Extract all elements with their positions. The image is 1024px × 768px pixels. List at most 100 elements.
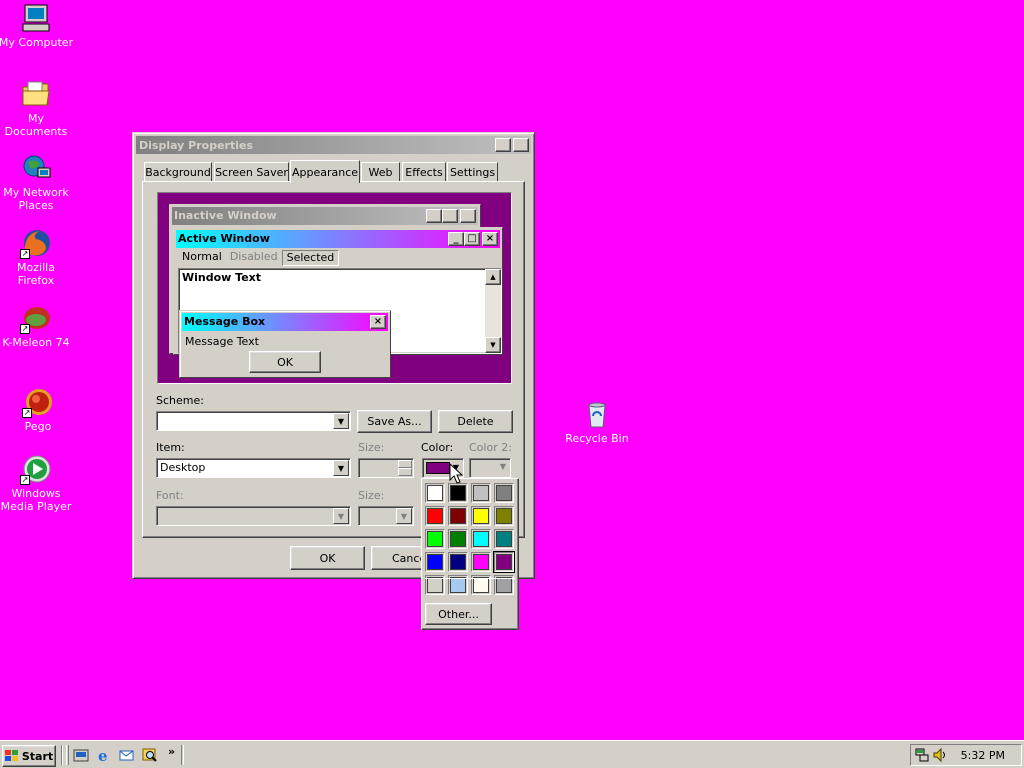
shortcut-arrow-icon: ↗	[20, 249, 30, 259]
preview-menubar: Normal Disabled Selected	[178, 250, 340, 266]
window-text: Window Text	[182, 271, 262, 284]
dialog-title: Display Properties	[139, 138, 254, 152]
active-title: Active Window	[178, 232, 270, 245]
msgbox-text: Message Text	[185, 335, 259, 348]
network-tray-icon[interactable]	[914, 747, 930, 763]
scheme-dropdown[interactable]: ▼	[156, 411, 351, 431]
font-size-dropdown[interactable]: ▼	[358, 506, 414, 526]
color-swatch[interactable]	[448, 529, 468, 549]
tab-effects[interactable]: Effects	[402, 162, 446, 182]
spin-down-icon[interactable]	[398, 468, 412, 476]
scheme-label: Scheme:	[156, 394, 204, 407]
folder-icon	[20, 78, 52, 110]
menu-selected: Selected	[281, 250, 340, 266]
color-swatch[interactable]	[493, 551, 515, 573]
quick-launch-overflow[interactable]: »	[168, 745, 175, 758]
delete-button[interactable]: Delete	[438, 410, 513, 433]
desktop-icon-k-meleon[interactable]: ↗ K-Meleon 74	[0, 302, 74, 349]
color-swatch[interactable]	[425, 483, 445, 503]
color-swatch[interactable]	[494, 483, 514, 503]
save-as-button[interactable]: Save As...	[357, 410, 432, 433]
ok-button[interactable]: OK	[290, 546, 365, 570]
desktop-icon-label: Windows Media Player	[0, 487, 72, 513]
color-swatch[interactable]	[471, 483, 491, 503]
desktop-icon-recycle-bin[interactable]: Recycle Bin	[559, 398, 635, 445]
color-swatch[interactable]	[471, 506, 491, 526]
color-swatch[interactable]	[471, 529, 491, 549]
chevron-down-icon: ▼	[333, 413, 349, 429]
recycle-bin-icon	[581, 398, 613, 430]
color-swatch[interactable]	[425, 506, 445, 526]
desktop-icon-my-documents[interactable]: My Documents	[0, 78, 74, 138]
desktop-icon-mozilla-firefox[interactable]: ↗ Mozilla Firefox	[0, 227, 74, 287]
help-button[interactable]: ?	[495, 138, 511, 152]
appearance-preview[interactable]: Inactive Window _ □ × Active Window _ □ …	[157, 192, 512, 384]
msgbox-titlebar: Message Box ×	[182, 313, 388, 331]
search-icon[interactable]	[142, 747, 158, 763]
inactive-title: Inactive Window	[174, 209, 277, 222]
start-button[interactable]: Start	[2, 745, 56, 767]
desktop-icon-my-computer[interactable]: My Computer	[0, 2, 74, 49]
font-dropdown[interactable]: ▼	[156, 506, 351, 526]
svg-text:e: e	[98, 747, 108, 763]
desktop-icon-my-network-places[interactable]: My Network Places	[0, 152, 74, 212]
outlook-express-icon[interactable]	[119, 747, 135, 763]
speaker-tray-icon[interactable]	[932, 747, 948, 763]
color-swatch[interactable]	[448, 506, 468, 526]
show-desktop-icon[interactable]	[73, 747, 89, 763]
shortcut-arrow-icon: ↗	[22, 408, 32, 418]
color-swatch[interactable]	[471, 552, 491, 572]
tab-settings[interactable]: Settings	[447, 162, 498, 182]
color-swatch[interactable]	[448, 552, 468, 572]
chevron-down-icon: ▼	[333, 460, 349, 476]
color-label: Color:	[421, 441, 454, 454]
item-dropdown[interactable]: Desktop ▼	[156, 458, 351, 478]
dialog-titlebar[interactable]: Display Properties ? ×	[136, 136, 531, 154]
firefox-icon: ↗	[20, 227, 52, 259]
color-palette-popup: Other...	[421, 478, 519, 630]
desktop-icon-label: Recycle Bin	[565, 432, 629, 445]
desktop-icon-label: My Network Places	[3, 186, 69, 212]
desktop-icon-pego[interactable]: ↗ Pego	[0, 386, 76, 433]
network-icon	[20, 152, 52, 184]
close-icon: ×	[370, 315, 386, 329]
font-size-label: Size:	[358, 489, 385, 502]
close-icon: ×	[460, 209, 476, 223]
quick-launch-grip[interactable]	[66, 745, 69, 765]
color-swatch[interactable]	[425, 552, 445, 572]
shortcut-arrow-icon: ↗	[20, 324, 30, 334]
size-spinner[interactable]	[358, 458, 414, 478]
tab-screen-saver[interactable]: Screen Saver	[214, 162, 289, 182]
clock[interactable]: 5:32 PM	[961, 749, 1005, 762]
internet-explorer-icon[interactable]: e	[96, 747, 112, 765]
tab-background[interactable]: Background	[144, 162, 212, 182]
active-titlebar: Active Window _ □ ×	[176, 230, 500, 248]
selected-color-swatch	[426, 462, 450, 474]
close-icon: ×	[482, 232, 498, 246]
tab-appearance[interactable]: Appearance	[290, 160, 360, 183]
color2-button[interactable]: ▼	[469, 458, 511, 478]
close-button[interactable]: ×	[513, 138, 529, 152]
minimize-icon: _	[426, 209, 442, 223]
color-swatch[interactable]	[494, 529, 514, 549]
start-label: Start	[21, 749, 54, 763]
system-tray: 5:32 PM	[910, 744, 1022, 766]
scroll-up-icon: ▲	[485, 269, 501, 285]
msgbox-title: Message Box	[184, 315, 266, 328]
tab-web[interactable]: Web	[361, 162, 400, 182]
font-label: Font:	[156, 489, 184, 502]
desktop-icon-label: K-Meleon 74	[2, 336, 70, 349]
inactive-titlebar: Inactive Window _ □ ×	[172, 207, 478, 225]
media-player-icon: ↗	[20, 453, 52, 485]
color-swatch[interactable]	[494, 506, 514, 526]
chevron-down-icon: ▼	[499, 462, 506, 471]
desktop-icon-windows-media-player[interactable]: ↗ Windows Media Player	[0, 453, 74, 513]
desktop-icon-label: My Documents	[4, 112, 68, 138]
shortcut-arrow-icon: ↗	[20, 475, 30, 485]
windows-logo-icon	[4, 750, 19, 762]
color-swatch[interactable]	[425, 529, 445, 549]
kmeleon-icon: ↗	[20, 302, 52, 334]
other-colors-button[interactable]: Other...	[425, 603, 492, 625]
maximize-icon: □	[464, 232, 480, 246]
spin-up-icon[interactable]	[398, 460, 412, 468]
